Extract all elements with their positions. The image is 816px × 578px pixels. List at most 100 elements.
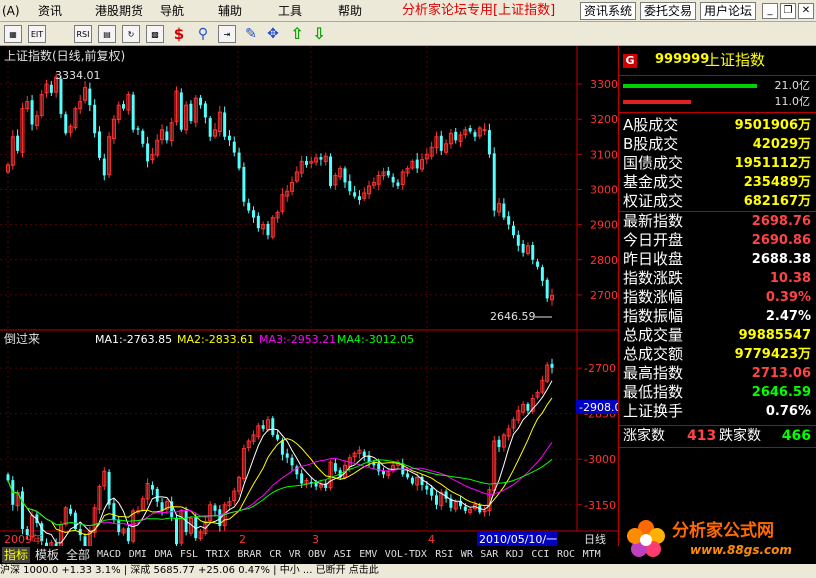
quote-label: 指数涨跌 [623, 269, 684, 287]
money-icon[interactable]: $ [170, 25, 188, 43]
chart-icon[interactable]: ▦ [4, 25, 22, 43]
tab-macd[interactable]: MACD [95, 547, 123, 563]
high-label: 3334.01 [55, 69, 101, 82]
quote-value: 10.38 [769, 271, 811, 286]
forum-label: 分析家论坛专用[上证指数] [402, 3, 555, 19]
tab-wr[interactable]: WR [459, 547, 475, 563]
tab-fsl[interactable]: FSL [178, 547, 200, 563]
tab-asi[interactable]: ASI [332, 547, 354, 563]
tab-rsi[interactable]: RSI [433, 547, 455, 563]
candle-body [516, 234, 520, 246]
arrow-up-icon[interactable]: ⇧ [288, 25, 306, 43]
candle-body [30, 100, 34, 125]
candle-body [468, 127, 472, 132]
candle-body [540, 267, 544, 281]
quote-row: B股成交 42029万 [619, 135, 816, 154]
tab-kdj[interactable]: KDJ [504, 547, 526, 563]
quote-value: 0.39% [765, 290, 811, 305]
tab-roc[interactable]: ROC [555, 547, 577, 563]
multi-window-icon[interactable]: ▤ [98, 25, 116, 43]
candle-body [16, 135, 20, 151]
rsi-icon[interactable]: RSI [74, 25, 92, 43]
menu-item-navigation[interactable]: 导航 [160, 3, 184, 19]
candle-body [141, 130, 145, 144]
tab-指标[interactable]: 指标 [2, 547, 31, 563]
forum-text: 分析家论坛专用 [402, 3, 494, 18]
candle-body [353, 192, 357, 197]
sell-volume-value: 11.0亿 [774, 95, 811, 108]
quote-label: 最高指数 [623, 364, 684, 382]
close-icon[interactable]: ✕ [798, 3, 814, 19]
sub-candle-body [285, 453, 289, 458]
candle-body [531, 245, 535, 260]
candle-body [487, 130, 491, 155]
separator [619, 112, 816, 113]
tab-cr[interactable]: CR [267, 547, 283, 563]
y-tick-label: 3200 [590, 113, 618, 126]
quote-label: A股成交 [623, 116, 679, 134]
candle-body [507, 216, 511, 225]
menu-item-assist[interactable]: 辅助 [218, 3, 242, 19]
sub-candle-body [410, 477, 414, 484]
tab-dma[interactable]: DMA [152, 547, 174, 563]
down-label: 跌家数 [719, 428, 761, 444]
quote-label: 指数涨幅 [623, 288, 684, 306]
menu-item-a[interactable]: (A) [2, 3, 20, 19]
y-tick-label: 3300 [590, 78, 618, 91]
candle-body [386, 170, 390, 176]
trade-button[interactable]: 委托交易 [640, 2, 697, 20]
refresh-icon[interactable]: ↻ [122, 25, 140, 43]
tab-emv[interactable]: EMV [357, 547, 379, 563]
tab-obv[interactable]: OBV [306, 547, 328, 563]
tab-trix[interactable]: TRIX [204, 547, 232, 563]
tab-vr[interactable]: VR [287, 547, 303, 563]
tab-模板[interactable]: 模板 [33, 547, 61, 563]
sub-candle-body [69, 508, 73, 514]
menu-item-help[interactable]: 帮助 [338, 3, 362, 19]
grid-icon[interactable]: ▩ [146, 25, 164, 43]
arrow-down-icon[interactable]: ⇩ [310, 25, 328, 43]
tab-sar[interactable]: SAR [478, 547, 500, 563]
chart-area[interactable]: 上证指数(日线,前复权) 3300 3200 3100 3000 2900 2800 270… [0, 46, 618, 546]
news-system-button[interactable]: 资讯系统 [580, 2, 637, 20]
tab-dmi[interactable]: DMI [127, 547, 149, 563]
candle-body [223, 112, 227, 137]
quote-row: 国债成交 1951112万 [619, 154, 816, 173]
tab-mtm[interactable]: MTM [581, 547, 603, 563]
quote-label: 今日开盘 [623, 231, 684, 249]
menu-item-news[interactable]: 资讯 [38, 3, 62, 19]
menu-item-hk-futures[interactable]: 港股期货 [95, 3, 143, 19]
f10-icon[interactable]: EIT [28, 25, 46, 43]
link-icon[interactable]: ⚲ [194, 25, 212, 43]
candle-body [482, 129, 487, 132]
restore-icon[interactable]: ❐ [780, 3, 796, 19]
candle-body [179, 92, 183, 130]
indicator-tabs: 指标 模板 全部 MACD DMI DMA FSL TRIX BRAR CR VR OBV ASI EMV… [0, 546, 618, 564]
menu-item-tools[interactable]: 工具 [278, 3, 302, 19]
stock-code: 999999 [655, 52, 710, 67]
quote-row: 总成交量 99885547 [619, 326, 816, 345]
sub-candle-body [83, 536, 87, 546]
y-tick-label: 3000 [590, 183, 618, 196]
quote-row: 今日开盘 2690.86 [619, 231, 816, 250]
export-icon[interactable]: ⇥ [218, 25, 236, 43]
y-tick-label: -2700 [584, 362, 616, 375]
tab-brar[interactable]: BRAR [235, 547, 263, 563]
index-button[interactable]: [上证指数] [493, 3, 555, 18]
sub-candle-body [271, 418, 275, 435]
arrows-move-icon[interactable]: ✥ [264, 25, 282, 43]
up-label: 涨家数 [623, 428, 665, 444]
tab-vol-tdx[interactable]: VOL-TDX [383, 547, 429, 563]
tab-全部[interactable]: 全部 [64, 547, 92, 563]
minimize-icon[interactable]: _ [762, 3, 778, 19]
candle-body [232, 141, 236, 153]
pencil-icon[interactable]: ✎ [242, 25, 260, 43]
period-label[interactable]: 日线 [584, 532, 606, 546]
quote-row: 指数涨跌 10.38 [619, 269, 816, 288]
tab-cci[interactable]: CCI [529, 547, 551, 563]
candle-body [391, 176, 395, 183]
ma1-label: MA1:-2763.85 [95, 333, 172, 346]
sub-candle-body [406, 473, 410, 478]
candle-body [266, 223, 270, 236]
user-forum-button[interactable]: 用户论坛 [700, 2, 757, 20]
